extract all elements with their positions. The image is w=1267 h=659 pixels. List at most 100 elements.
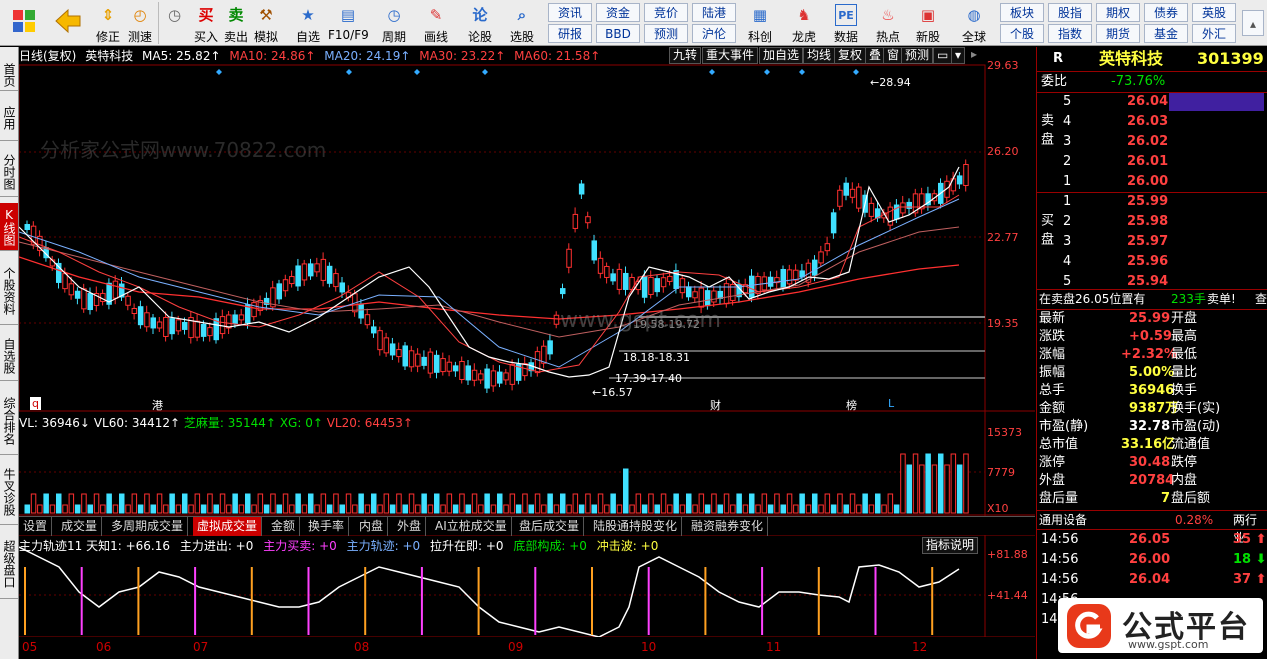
hk-connect-button[interactable]: 陆港 [692,3,736,22]
order-notice-link[interactable]: 查 [1255,290,1267,308]
tick-row[interactable]: 14:56 26.00 18 ⬇ [1037,551,1267,569]
forecast-button[interactable]: 预测 [644,24,688,43]
tab-volume[interactable]: 成交量 [57,517,103,536]
auction-button[interactable]: 竞价 [644,3,688,22]
flag-dragon-tiger[interactable]: 榜 [846,397,857,413]
quote-stat-row[interactable]: 盘后量 7 盘后额 [1037,490,1267,508]
shanghai-london-button[interactable]: 沪伦 [692,24,736,43]
sector-button[interactable]: 板块 [1000,3,1044,22]
toolbar-more-button[interactable]: ▴ [1242,10,1264,36]
gspt-logo: 公式平台 www.gspt.com [1058,598,1263,653]
period-button[interactable]: ◷ 周期 [378,2,410,44]
flag-l[interactable]: L [888,397,894,410]
data-button[interactable]: PE 数据 [830,2,862,44]
index-futures-button[interactable]: 股指 [1048,3,1092,22]
funds-button[interactable]: 资金 [596,3,640,22]
nav-apps[interactable]: 应用 [0,95,18,141]
tab-multi-period-volume[interactable]: 多周期成交量 [107,517,189,536]
global-button[interactable]: ◍ 全球 [958,2,990,44]
tab-margin-trading[interactable]: 融资融券变化 [687,517,769,536]
ask-row[interactable]: 3 26.02 [1037,133,1267,151]
candle-body [717,290,723,299]
tab-ai-volume[interactable]: AI立桩成交量 [431,517,512,536]
speed-test-button[interactable]: ◴ 测速 [124,2,156,44]
flag-earnings[interactable]: 财 [710,397,721,413]
buy-button[interactable]: 买买入 [190,2,222,44]
sell-button[interactable]: 卖卖出 [220,2,252,44]
watermark-text: 分析家公式网www.70822.com [40,138,327,162]
quote-stat-row[interactable]: 金额 9387万 换手(实) [1037,400,1267,418]
event-markers[interactable] [216,69,859,75]
research-button[interactable]: 研报 [548,24,592,43]
nav-profile[interactable]: 个股资料 [0,257,18,325]
tick-row[interactable]: 14:56 26.05 35 ⬆ [1037,531,1267,549]
nav-watchlist[interactable]: 自选股 [0,331,18,381]
futures-button[interactable]: 期货 [1096,24,1140,43]
bonds-button[interactable]: 债券 [1144,3,1188,22]
flag-q[interactable]: q [30,397,41,410]
bid-row[interactable]: 4 25.96 [1037,253,1267,271]
sector-name[interactable]: 通用设备 [1039,511,1087,529]
nav-kline[interactable]: K线图 [0,203,18,251]
tab-amount[interactable]: 金额 [267,517,301,536]
nav-diagnosis[interactable]: 牛叉诊股 [0,459,18,525]
tab-turnover[interactable]: 换手率 [304,517,350,536]
funds-market-button[interactable]: 基金 [1144,24,1188,43]
candle-body [654,278,660,293]
ask-row[interactable]: 5 26.04 [1037,93,1267,111]
nav-intraday[interactable]: 分时图 [0,147,18,197]
bid-row[interactable]: 3 25.97 [1037,233,1267,251]
candle-body [194,320,201,338]
volume-bar [534,493,541,514]
quote-stat-row[interactable]: 涨停 30.48 跌停 [1037,454,1267,472]
nav-home[interactable]: 首页 [0,59,18,91]
zone-annotation: 17.39-17.40 [615,372,682,385]
f10-button[interactable]: ▤ F10/F9 [328,2,369,44]
quote-stat-row[interactable]: 涨跌 +0.59 最高 [1037,328,1267,346]
watchlist-button[interactable]: ★ 自选 [292,2,324,44]
draw-line-button[interactable]: ✎ 画线 [420,2,452,44]
tab-virtual-volume[interactable]: 虚拟成交量 [193,517,263,536]
uk-stocks-button[interactable]: 英股 [1192,3,1236,22]
ask-row[interactable]: 4 26.03 [1037,113,1267,131]
quote-stat-row[interactable]: 涨幅 +2.32% 最低 [1037,346,1267,364]
kechuang-button[interactable]: ▦ 科创 [744,2,776,44]
indicator-help-button[interactable]: 指标说明 [922,537,979,554]
tab-after-hours-volume[interactable]: 盘后成交量 [515,517,585,536]
ask-row[interactable]: 2 26.01 [1037,153,1267,171]
quote-stat-row[interactable]: 外盘 20784 内盘 [1037,472,1267,490]
bbd-button[interactable]: BBD [596,24,640,43]
forex-button[interactable]: 外汇 [1192,24,1236,43]
tab-settings[interactable]: 设置 [19,517,53,536]
tab-inner-volume[interactable]: 内盘 [355,517,389,536]
tab-hk-connect-holdings[interactable]: 陆股通持股变化 [589,517,683,536]
hot-spot-button[interactable]: ♨ 热点 [872,2,904,44]
candle-body [421,356,427,366]
quote-stat-row[interactable]: 振幅 5.00% 量比 [1037,364,1267,382]
tab-outer-volume[interactable]: 外盘 [393,517,427,536]
news-button[interactable]: 资讯 [548,3,592,22]
quote-stat-row[interactable]: 总手 36946 换手 [1037,382,1267,400]
bid-row[interactable]: 1 25.99 [1037,193,1267,211]
back-arrow-icon[interactable] [52,2,84,44]
stocks-button[interactable]: 个股 [1000,24,1044,43]
quote-stat-row[interactable]: 市盈(静) 32.78 市盈(动) [1037,418,1267,436]
ask-row[interactable]: 1 26.00 [1037,173,1267,191]
quote-stat-row[interactable]: 总市值 33.16亿 流通值 [1037,436,1267,454]
tick-row[interactable]: 14:56 26.04 37 ⬆ [1037,571,1267,589]
nav-ranking[interactable]: 综合排名 [0,387,18,455]
new-stock-button[interactable]: ▣ 新股 [912,2,944,44]
flag-hk[interactable]: 港 [152,397,163,413]
grid-icon[interactable] [8,2,40,44]
correct-button[interactable]: ⇕ 修正 [92,2,124,44]
dragon-tiger-button[interactable]: ♞ 龙虎 [788,2,820,44]
options-button[interactable]: 期权 [1096,3,1140,22]
check-button[interactable]: ◷ [158,2,190,44]
quote-stat-row[interactable]: 最新 25.99 开盘 [1037,310,1267,328]
simulate-button[interactable]: ⚒ 模拟 [250,2,282,44]
indices-button[interactable]: 指数 [1048,24,1092,43]
bid-row[interactable]: 2 25.98 [1037,213,1267,231]
discuss-button[interactable]: 论论股 [464,2,496,44]
stock-picker-button[interactable]: ⌕ 选股 [506,2,538,44]
nav-order-book[interactable]: 超级盘口 [0,529,18,599]
